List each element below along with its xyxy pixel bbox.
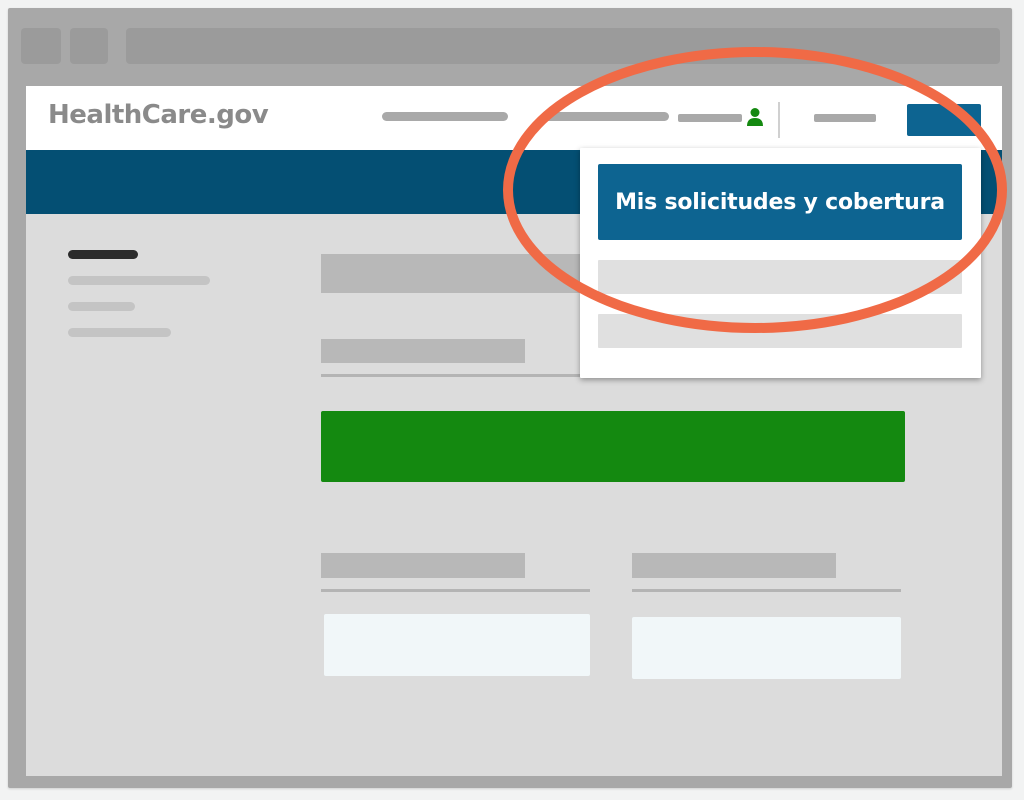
account-dropdown-menu: Mis solicitudes y cobertura — [580, 148, 981, 378]
my-applications-coverage-button[interactable]: Mis solicitudes y cobertura — [598, 164, 962, 240]
page-title-placeholder — [321, 254, 591, 293]
header-action-button[interactable] — [907, 104, 981, 136]
user-icon[interactable] — [746, 107, 764, 127]
browser-window: HealthCare.gov Mis solicitudes y cobertu… — [8, 8, 1012, 788]
column-heading-placeholder-2 — [632, 553, 836, 578]
column-divider-1 — [321, 589, 590, 592]
nav-divider — [778, 102, 780, 138]
browser-forward-button[interactable] — [70, 28, 108, 64]
browser-back-button[interactable] — [21, 28, 61, 64]
dropdown-item-placeholder-1[interactable] — [598, 260, 962, 294]
info-card-2 — [632, 617, 901, 679]
account-menu-label-placeholder[interactable] — [678, 114, 742, 122]
nav-link-placeholder-3[interactable] — [814, 114, 876, 122]
primary-action-button[interactable] — [321, 411, 905, 482]
sidebar-item[interactable] — [68, 276, 210, 285]
section-heading-placeholder — [321, 339, 525, 363]
column-heading-placeholder-1 — [321, 553, 525, 578]
site-logo[interactable]: HealthCare.gov — [48, 100, 269, 130]
info-card-1 — [324, 614, 590, 676]
sidebar-item-active[interactable] — [68, 250, 138, 259]
sidebar-item[interactable] — [68, 328, 171, 337]
illustration: HealthCare.gov Mis solicitudes y cobertu… — [0, 0, 1024, 800]
nav-link-placeholder-2[interactable] — [543, 112, 669, 121]
dropdown-item-placeholder-2[interactable] — [598, 314, 962, 348]
sidebar-item[interactable] — [68, 302, 135, 311]
site-header: HealthCare.gov — [26, 86, 1002, 150]
address-bar[interactable] — [126, 28, 1000, 64]
column-divider-2 — [632, 589, 901, 592]
section-divider — [321, 374, 586, 377]
nav-link-placeholder-1[interactable] — [382, 112, 508, 121]
